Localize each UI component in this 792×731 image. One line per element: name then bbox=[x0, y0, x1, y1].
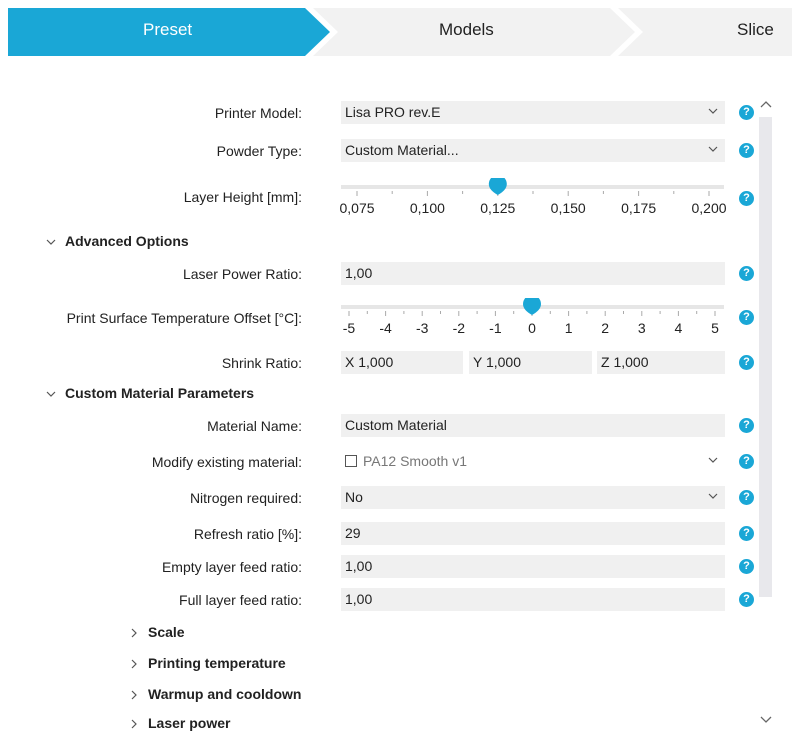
scale-section-title: Scale bbox=[148, 624, 185, 640]
laser-power-ratio-value: 1,00 bbox=[345, 265, 373, 281]
layer-height-slider-handle[interactable] bbox=[488, 178, 507, 195]
temp-offset-slider[interactable]: -5 -4 -3 -2 -1 0 1 2 3 4 5 bbox=[341, 298, 727, 338]
printing-temperature-section-title: Printing temperature bbox=[148, 655, 286, 671]
preset-form: Printer Model: Lisa PRO rev.E ? Powder T… bbox=[0, 0, 792, 731]
custom-material-header[interactable]: Custom Material Parameters bbox=[45, 385, 254, 401]
modify-existing-select[interactable]: PA12 Smooth v1 bbox=[341, 450, 725, 473]
help-icon[interactable]: ? bbox=[739, 266, 754, 281]
layer-height-tick-label: 0,200 bbox=[691, 200, 727, 216]
shrink-z-value: Z 1,000 bbox=[601, 354, 649, 370]
refresh-ratio-label: Refresh ratio [%]: bbox=[193, 526, 302, 542]
shrink-z-input[interactable]: Z 1,000 bbox=[597, 351, 725, 374]
help-icon[interactable]: ? bbox=[739, 490, 754, 505]
nitrogen-select[interactable]: No bbox=[341, 486, 725, 509]
help-icon[interactable]: ? bbox=[739, 454, 754, 469]
layer-height-slider[interactable]: 0,075 0,100 0,125 0,150 0,175 0,200 bbox=[339, 178, 727, 218]
chevron-down-icon bbox=[708, 108, 718, 114]
chevron-down-icon bbox=[708, 493, 718, 499]
empty-feed-value: 1,00 bbox=[345, 558, 373, 574]
printer-model-value: Lisa PRO rev.E bbox=[345, 104, 441, 120]
temp-offset-tick-label: 4 bbox=[674, 320, 683, 336]
temp-offset-tick-label: -2 bbox=[452, 320, 466, 336]
nitrogen-label: Nitrogen required: bbox=[189, 490, 302, 506]
layer-height-label: Layer Height [mm]: bbox=[183, 189, 302, 205]
scale-section-header[interactable]: Scale bbox=[128, 624, 185, 640]
material-name-value: Custom Material bbox=[345, 417, 447, 433]
temp-offset-row: Print Surface Temperature Offset [°C]: -… bbox=[0, 298, 760, 342]
temp-offset-tick-label: -3 bbox=[415, 320, 429, 336]
modify-existing-label: Modify existing material: bbox=[151, 454, 302, 470]
temp-offset-tick-label: 2 bbox=[601, 320, 610, 336]
chevron-right-icon bbox=[131, 628, 137, 638]
temp-offset-tick-label: -4 bbox=[379, 320, 392, 336]
help-icon[interactable]: ? bbox=[739, 526, 754, 541]
temp-offset-slider-handle[interactable] bbox=[523, 298, 541, 315]
chevron-down-icon bbox=[46, 391, 56, 398]
material-name-label: Material Name: bbox=[207, 418, 302, 434]
help-icon[interactable]: ? bbox=[739, 355, 754, 370]
help-icon[interactable]: ? bbox=[739, 191, 754, 206]
help-icon[interactable]: ? bbox=[739, 310, 754, 325]
shrink-ratio-label: Shrink Ratio: bbox=[221, 355, 302, 371]
laser-power-ratio-label: Laser Power Ratio: bbox=[182, 266, 302, 282]
advanced-options-header[interactable]: Advanced Options bbox=[45, 233, 189, 249]
help-icon[interactable]: ? bbox=[739, 105, 754, 120]
printer-model-label: Printer Model: bbox=[214, 105, 302, 121]
powder-type-label: Powder Type: bbox=[216, 143, 302, 159]
help-icon[interactable]: ? bbox=[739, 559, 754, 574]
temp-offset-tick-label: 3 bbox=[637, 320, 646, 336]
chevron-down-icon bbox=[708, 146, 718, 152]
temp-offset-tick-label: 5 bbox=[711, 320, 719, 336]
nitrogen-value: No bbox=[345, 489, 363, 505]
shrink-y-input[interactable]: Y 1,000 bbox=[469, 351, 592, 374]
custom-material-title: Custom Material Parameters bbox=[65, 385, 255, 401]
full-feed-label: Full layer feed ratio: bbox=[179, 592, 302, 608]
temp-offset-tick-label: 1 bbox=[564, 320, 573, 336]
layer-height-tick-label: 0,125 bbox=[480, 200, 516, 216]
empty-feed-label: Empty layer feed ratio: bbox=[161, 559, 302, 575]
full-feed-input[interactable]: 1,00 bbox=[341, 588, 725, 611]
temp-offset-tick-label: -5 bbox=[342, 320, 356, 336]
temp-offset-track bbox=[341, 298, 724, 316]
printer-model-select[interactable]: Lisa PRO rev.E bbox=[341, 101, 725, 124]
warmup-cooldown-section-header[interactable]: Warmup and cooldown bbox=[128, 686, 301, 702]
shrink-y-value: Y 1,000 bbox=[473, 354, 522, 370]
layer-height-tick-label: 0,150 bbox=[550, 200, 586, 216]
chevron-right-icon bbox=[131, 690, 137, 700]
chevron-right-icon bbox=[131, 719, 137, 729]
help-icon[interactable]: ? bbox=[739, 143, 754, 158]
laser-power-ratio-input[interactable]: 1,00 bbox=[341, 262, 725, 285]
chevron-right-icon bbox=[131, 659, 137, 669]
chevron-down-icon bbox=[708, 457, 718, 463]
material-name-input[interactable]: Custom Material bbox=[341, 414, 725, 437]
shrink-x-input[interactable]: X 1,000 bbox=[341, 351, 463, 374]
chevron-down-icon bbox=[46, 239, 56, 246]
layer-height-row: Layer Height [mm]: 0,075 0,100 0,125 0,150 0… bbox=[0, 178, 760, 222]
warmup-cooldown-section-title: Warmup and cooldown bbox=[148, 686, 302, 702]
laser-power-section-title: Laser power bbox=[148, 715, 231, 731]
layer-height-tick-label: 0,075 bbox=[339, 200, 375, 216]
temp-offset-tick-label: 0 bbox=[528, 320, 536, 336]
refresh-ratio-value: 29 bbox=[345, 525, 361, 541]
temp-offset-tick-label: -1 bbox=[489, 320, 502, 336]
empty-feed-input[interactable]: 1,00 bbox=[341, 555, 725, 578]
layer-height-tick-label: 0,100 bbox=[409, 200, 445, 216]
powder-type-select[interactable]: Custom Material... bbox=[341, 139, 725, 162]
help-icon[interactable]: ? bbox=[739, 592, 754, 607]
refresh-ratio-input[interactable]: 29 bbox=[341, 522, 725, 545]
powder-type-value: Custom Material... bbox=[345, 142, 459, 158]
shrink-x-value: X 1,000 bbox=[345, 354, 394, 370]
modify-existing-value: PA12 Smooth v1 bbox=[363, 453, 468, 469]
printing-temperature-section-header[interactable]: Printing temperature bbox=[128, 655, 286, 671]
full-feed-value: 1,00 bbox=[345, 591, 373, 607]
help-icon[interactable]: ? bbox=[739, 418, 754, 433]
temp-offset-label: Print Surface Temperature Offset [°C]: bbox=[66, 310, 302, 326]
layer-height-track bbox=[341, 178, 724, 196]
advanced-options-title: Advanced Options bbox=[65, 233, 189, 249]
modify-existing-checkbox[interactable] bbox=[345, 455, 357, 468]
laser-power-section-header[interactable]: Laser power bbox=[128, 715, 230, 731]
layer-height-tick-label: 0,175 bbox=[621, 200, 657, 216]
